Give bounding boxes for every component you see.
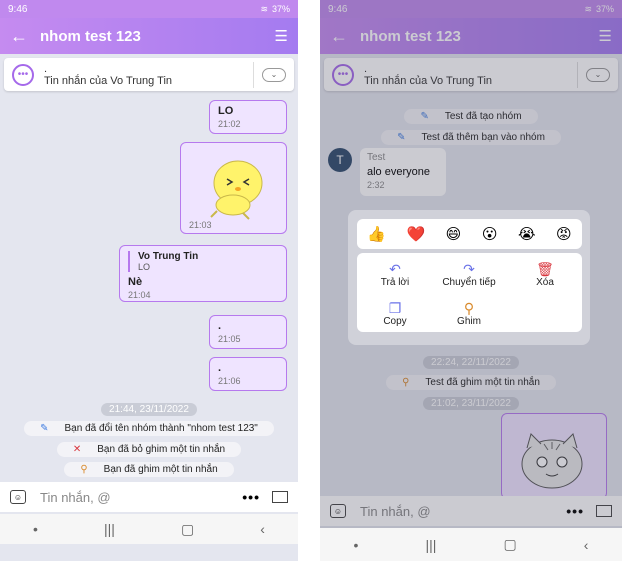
message-time: 21:02 — [218, 119, 241, 129]
home-icon[interactable]: ▢ — [181, 521, 194, 538]
message-text: . — [218, 362, 222, 374]
thumbs-up-reaction[interactable]: 👍 — [367, 225, 386, 243]
pinned-message-text: . Tin nhắn của Vo Trung Tin — [44, 63, 245, 87]
back-nav-icon[interactable]: ‹ — [260, 521, 265, 537]
action-label: Chuyển tiếp — [442, 277, 496, 288]
image-icon[interactable] — [272, 491, 288, 503]
date-separator: 21:44, 23/11/2022 — [0, 399, 298, 417]
group-title: nhom test 123 — [40, 27, 141, 45]
system-text: Bạn đã đổi tên nhóm thành "nhom test 123… — [56, 422, 266, 435]
delete-action[interactable]: 🗑 Xóa — [510, 261, 580, 288]
reply-action[interactable]: ↶ Trả lời — [360, 261, 430, 288]
reaction-bar: 👍 ❤️ 😄 😮 😭 😡 — [357, 219, 582, 249]
system-message: ⚲ Bạn đã ghim một tin nhắn — [0, 459, 298, 477]
message-input[interactable]: Tin nhắn, @ — [40, 490, 242, 505]
surprised-reaction[interactable]: 😮 — [482, 225, 498, 243]
message-time: 21:06 — [218, 376, 241, 386]
menu-icon[interactable]: ☰ — [275, 27, 288, 45]
message-input-bar: ☺ Tin nhắn, @ ••• — [0, 482, 298, 512]
system-nav-bar: • ||| ▢ ‹ — [0, 514, 298, 544]
recents-icon[interactable]: ||| — [426, 537, 437, 553]
wifi-icon: ≋ — [260, 3, 268, 14]
message-text: LO — [218, 105, 234, 117]
system-message: ✕ Bạn đã bỏ ghim một tin nhắn — [0, 439, 298, 457]
system-text: Bạn đã bỏ ghim một tin nhắn — [89, 443, 234, 456]
status-bar: 9:46 ≋ 37% — [0, 0, 298, 18]
battery-level: 37% — [271, 4, 290, 14]
status-time: 9:46 — [8, 3, 28, 15]
message-time: 21:05 — [218, 334, 241, 344]
status-icons: ≋ 37% — [260, 4, 290, 15]
system-text: Bạn đã ghim một tin nhắn — [95, 463, 226, 476]
copy-icon: ❐ — [388, 300, 402, 316]
pin-icon: ⚲ — [72, 463, 96, 476]
chat-screen-left: 9:46 ≋ 37% ← nhom test 123 ☰ ••• . Tin n… — [0, 0, 298, 561]
forward-action[interactable]: ↷ Chuyển tiếp — [434, 261, 504, 288]
pencil-icon: ✎ — [32, 422, 57, 435]
copy-action[interactable]: ❐ Copy — [360, 300, 430, 327]
action-label: Ghim — [457, 316, 481, 327]
pinned-message-content: . — [44, 62, 48, 75]
angry-reaction[interactable]: 😡 — [556, 225, 572, 243]
nav-dot-icon[interactable]: • — [33, 521, 38, 537]
message-time: 21:04 — [128, 290, 151, 300]
back-arrow-icon[interactable]: ← — [10, 27, 34, 45]
message-text: Nè — [128, 276, 143, 288]
unpin-icon: ✕ — [64, 443, 90, 456]
heart-reaction[interactable]: ❤️ — [406, 225, 425, 243]
chat-bubble-icon: ••• — [12, 63, 34, 86]
laugh-reaction[interactable]: 😄 — [446, 225, 462, 243]
message-bubble[interactable]: . 21:06 — [209, 357, 287, 391]
pin-icon: ⚲ — [463, 300, 475, 316]
message-actions-menu: ↶ Trả lời ↷ Chuyển tiếp 🗑 Xóa ❐ Copy ⚲ G… — [357, 253, 582, 332]
quoted-message[interactable]: Vo Trung Tin LO — [128, 251, 278, 272]
message-time: 21:03 — [189, 220, 212, 230]
reply-icon: ↶ — [389, 261, 401, 277]
message-bubble[interactable]: LO 21:02 — [209, 100, 287, 134]
action-label: Trả lời — [380, 277, 410, 288]
back-nav-icon[interactable]: ‹ — [584, 537, 589, 553]
forward-icon: ↷ — [463, 261, 475, 277]
app-bar: ← nhom test 123 ☰ — [0, 18, 298, 54]
input-dim-overlay — [320, 496, 622, 526]
trash-icon: 🗑 — [536, 261, 554, 277]
divider — [253, 61, 254, 88]
message-text: . — [218, 320, 222, 332]
recents-icon[interactable]: ||| — [104, 521, 115, 537]
action-label: Copy — [383, 316, 407, 327]
quote-author: Vo Trung Tin — [138, 251, 199, 262]
system-message: ✎ Bạn đã đổi tên nhóm thành "nhom test 1… — [0, 418, 298, 436]
date-chip: 21:44, 23/11/2022 — [101, 403, 197, 416]
chevron-down-icon[interactable]: ⌄ — [262, 67, 286, 82]
nav-dot-icon[interactable]: • — [354, 537, 359, 553]
more-icon[interactable]: ••• — [242, 489, 260, 505]
home-icon[interactable]: ▢ — [503, 536, 516, 553]
quote-text: LO — [138, 262, 151, 272]
crying-reaction[interactable]: 😭 — [518, 225, 536, 243]
chat-screen-right: 9:46 ≋ 37% ← nhom test 123 ☰ ••• . Tin n… — [320, 0, 622, 561]
pinned-message-bar[interactable]: ••• . Tin nhắn của Vo Trung Tin ⌄ — [4, 58, 294, 91]
pinned-message-author: Tin nhắn của Vo Trung Tin — [44, 74, 173, 87]
system-nav-bar: • ||| ▢ ‹ — [320, 528, 622, 561]
action-label: Xóa — [536, 277, 554, 288]
reply-message-bubble[interactable]: Vo Trung Tin LO Nè 21:04 — [119, 245, 287, 302]
message-bubble[interactable]: . 21:05 — [209, 315, 287, 349]
pin-action[interactable]: ⚲ Ghim — [434, 300, 504, 327]
sticker-message[interactable]: 21:03 — [180, 142, 287, 234]
sticker-icon[interactable]: ☺ — [10, 490, 26, 504]
